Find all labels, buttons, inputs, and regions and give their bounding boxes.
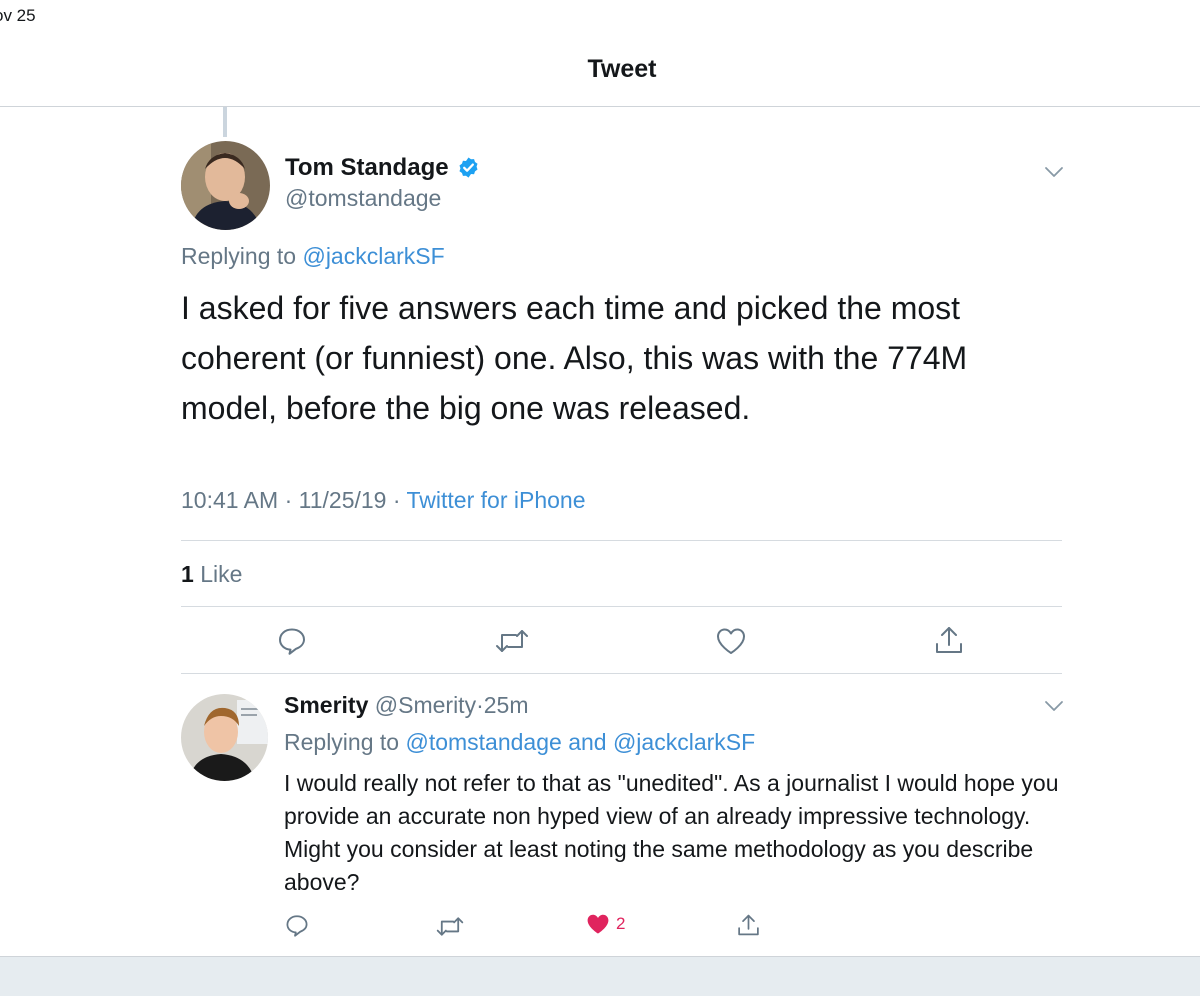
reply-like-button[interactable]: 2	[585, 912, 625, 936]
replying-to: Replying to @jackclarkSF	[181, 243, 445, 270]
replying-to-label: Replying to	[181, 243, 297, 269]
chevron-down-icon[interactable]	[1044, 166, 1064, 178]
status-bar-date: ov 25	[0, 6, 36, 25]
mention-conjunction: and	[568, 729, 607, 755]
mention-link[interactable]: @tomstandage	[405, 729, 561, 755]
mention-link[interactable]: @jackclarkSF	[613, 729, 755, 755]
reply-separator: ·	[476, 692, 484, 718]
retweet-icon	[436, 917, 464, 936]
reply-share-button[interactable]	[736, 912, 761, 938]
tweet-time: 10:41 AM	[181, 487, 279, 513]
reply-retweet-button[interactable]	[436, 915, 464, 938]
author-name[interactable]: Tom Standage	[285, 154, 449, 182]
like-button[interactable]	[715, 626, 747, 656]
tweet-text: I asked for five answers each time and p…	[181, 290, 968, 426]
author-avatar[interactable]	[181, 141, 270, 230]
reply-author-handle[interactable]: @Smerity	[375, 692, 476, 718]
tweet-date: 11/25/19	[298, 487, 387, 513]
reply-author-avatar[interactable]	[181, 694, 268, 781]
retweet-icon	[496, 630, 528, 652]
like-icon	[587, 914, 609, 934]
likes-label: Like	[200, 561, 243, 587]
reply-icon	[279, 628, 305, 655]
thread-connector-line	[223, 107, 227, 137]
divider	[181, 673, 1062, 674]
reply-like-count: 2	[616, 914, 626, 933]
author-handle[interactable]: @tomstandage	[285, 185, 441, 212]
tweet-meta: 10:41 AM · 11/25/19 · Twitter for iPhone	[181, 487, 585, 514]
likes-summary[interactable]: 1 Like	[181, 561, 242, 588]
divider	[181, 540, 1062, 541]
like-icon	[717, 628, 745, 654]
meta-separator: ·	[284, 487, 293, 513]
reply-button[interactable]	[277, 627, 307, 655]
reply-icon	[286, 915, 308, 937]
reply-author-name[interactable]: Smerity	[284, 692, 368, 718]
verified-badge-icon	[459, 157, 478, 178]
replying-to-label: Replying to	[284, 729, 400, 755]
share-button[interactable]	[933, 624, 965, 656]
reply-text: I would really not refer to that as "une…	[284, 770, 1059, 895]
retweet-button[interactable]	[495, 627, 529, 655]
reply-reply-button[interactable]	[285, 914, 309, 937]
divider	[181, 606, 1062, 607]
mention-link[interactable]: @jackclarkSF	[302, 243, 444, 269]
share-icon	[738, 914, 759, 936]
bottom-toolbar	[0, 956, 1200, 996]
nav-divider	[0, 106, 1200, 107]
reply-replying-to: Replying to @tomstandage and @jackclarkS…	[284, 729, 755, 756]
reply-header: Smerity @Smerity·25m	[284, 692, 529, 719]
meta-separator: ·	[392, 487, 401, 513]
page-title: Tweet	[587, 55, 657, 83]
tweet-source-link[interactable]: Twitter for iPhone	[407, 487, 586, 513]
likes-count: 1	[181, 561, 194, 587]
reply-age: 25m	[483, 692, 529, 718]
chevron-down-icon[interactable]	[1044, 700, 1064, 712]
share-icon	[936, 627, 962, 653]
